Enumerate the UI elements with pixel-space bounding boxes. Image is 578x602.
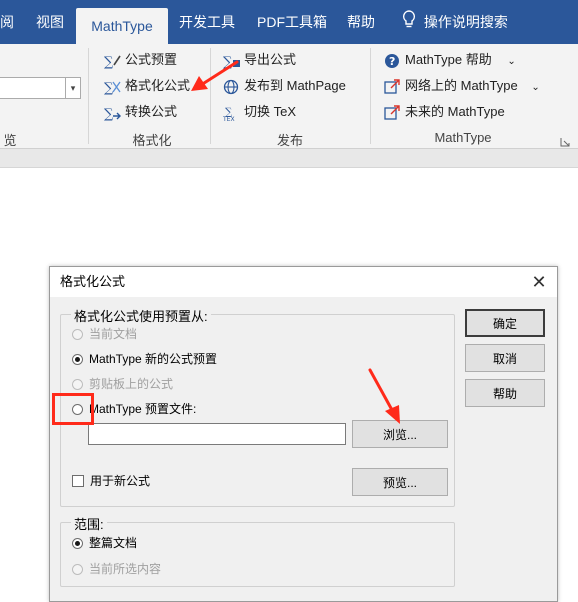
ok-button[interactable]: 确定	[465, 309, 545, 337]
globe-icon	[223, 79, 241, 95]
mathtype-help-button[interactable]: ? MathType 帮助 ⌄	[384, 50, 516, 70]
browse-button[interactable]: 浏览...	[352, 420, 448, 448]
svg-text:TEX: TEX	[223, 116, 235, 121]
source-group-legend: 格式化公式使用预置从:	[71, 306, 211, 325]
ribbon-tab-bar: 阅 视图 MathType 开发工具 PDF工具箱 帮助 操作说明搜索	[0, 0, 578, 44]
group-separator	[370, 48, 371, 144]
cancel-button[interactable]: 取消	[465, 344, 545, 372]
checkbox[interactable]	[72, 475, 84, 487]
format-group-label: 格式化	[132, 133, 172, 148]
tab-help[interactable]: 帮助	[347, 0, 375, 44]
tab-view[interactable]: 视图	[36, 0, 64, 44]
tab-review[interactable]: 阅	[0, 0, 14, 44]
ribbon-body: ▾ 览 ∑ 公式预置 ∑ 格式化公式 ∑ 转换公式 格式化 ∑ 导出公式 发布到…	[0, 44, 578, 149]
dialog-title: 格式化公式	[60, 274, 126, 289]
radio-button[interactable]	[72, 354, 83, 365]
tab-developer[interactable]: 开发工具	[179, 0, 235, 44]
radio-button[interactable]	[72, 538, 83, 549]
mathtype-group-label: MathType	[434, 130, 492, 145]
svg-text:∑: ∑	[104, 55, 114, 69]
tab-pdf-toolbox[interactable]: PDF工具箱	[257, 0, 327, 44]
radio-clipboard-equation: 剪贴板上的公式	[72, 376, 173, 392]
style-combo-box[interactable]: ▾	[0, 77, 81, 99]
radio-button	[72, 564, 83, 575]
convert-equations-icon: ∑	[104, 105, 122, 122]
svg-text:?: ?	[389, 55, 395, 68]
radio-button	[72, 379, 83, 390]
tell-me-search[interactable]: 操作说明搜索	[402, 0, 508, 44]
annotation-highlight-box	[52, 393, 94, 425]
dropdown-arrow-icon[interactable]: ▾	[65, 78, 80, 98]
close-icon[interactable]: ✕	[521, 267, 557, 297]
format-equations-button[interactable]: ∑ 格式化公式	[104, 76, 190, 96]
convert-equations-button[interactable]: ∑ 转换公式	[104, 102, 177, 122]
preferences-file-path-input[interactable]	[88, 423, 346, 445]
chevron-down-icon[interactable]: ⌄	[531, 82, 539, 93]
svg-text:∑: ∑	[104, 81, 114, 95]
format-equations-dialog: 格式化公式 ✕ 格式化公式使用预置从: 当前文档 MathType 新的公式预置…	[49, 266, 558, 602]
preview-button[interactable]: 预览...	[352, 468, 448, 496]
tab-mathtype[interactable]: MathType	[76, 8, 168, 44]
publish-mathpage-button[interactable]: 发布到 MathPage	[223, 76, 346, 96]
web-link-icon	[384, 78, 402, 95]
radio-current-selection: 当前所选内容	[72, 561, 161, 577]
future-link-icon	[384, 104, 402, 121]
group-separator	[210, 48, 211, 144]
help-circle-icon: ?	[384, 53, 402, 69]
radio-mathtype-new-preferences[interactable]: MathType 新的公式预置	[72, 351, 217, 367]
export-equations-button[interactable]: ∑ 导出公式	[223, 50, 296, 70]
dialog-launcher-icon[interactable]	[560, 134, 570, 147]
tex-icon: ∑ TEX	[222, 105, 241, 123]
dialog-titlebar: 格式化公式 ✕	[50, 267, 557, 297]
radio-button	[72, 329, 83, 340]
left-group-label: 览	[3, 133, 17, 148]
svg-text:∑: ∑	[104, 107, 114, 121]
tell-me-label: 操作说明搜索	[423, 14, 508, 30]
range-groupbox: 范围:	[60, 514, 455, 587]
mathtype-on-web-button[interactable]: 网络上的 MathType ⌄	[384, 76, 540, 96]
future-mathtype-button[interactable]: 未来的 MathType	[384, 102, 505, 122]
ruler-strip	[0, 149, 578, 168]
radio-current-document: 当前文档	[72, 326, 137, 342]
help-button[interactable]: 帮助	[465, 379, 545, 407]
radio-whole-document[interactable]: 整篇文档	[72, 535, 137, 551]
svg-text:∑: ∑	[223, 55, 233, 69]
export-equations-icon: ∑	[223, 53, 241, 70]
chevron-down-icon[interactable]: ⌄	[507, 56, 515, 67]
range-group-legend: 范围:	[71, 514, 107, 533]
equation-preferences-icon: ∑	[104, 53, 122, 70]
checkbox-use-for-new-equations[interactable]: 用于新公式	[72, 473, 150, 489]
lightbulb-icon	[402, 1, 420, 45]
format-equations-icon: ∑	[104, 79, 122, 96]
toggle-tex-button[interactable]: ∑ TEX 切换 TeX	[222, 102, 296, 123]
group-separator	[88, 48, 89, 144]
preferences-button[interactable]: ∑ 公式预置	[104, 50, 177, 70]
publish-group-label: 发布	[276, 133, 303, 148]
